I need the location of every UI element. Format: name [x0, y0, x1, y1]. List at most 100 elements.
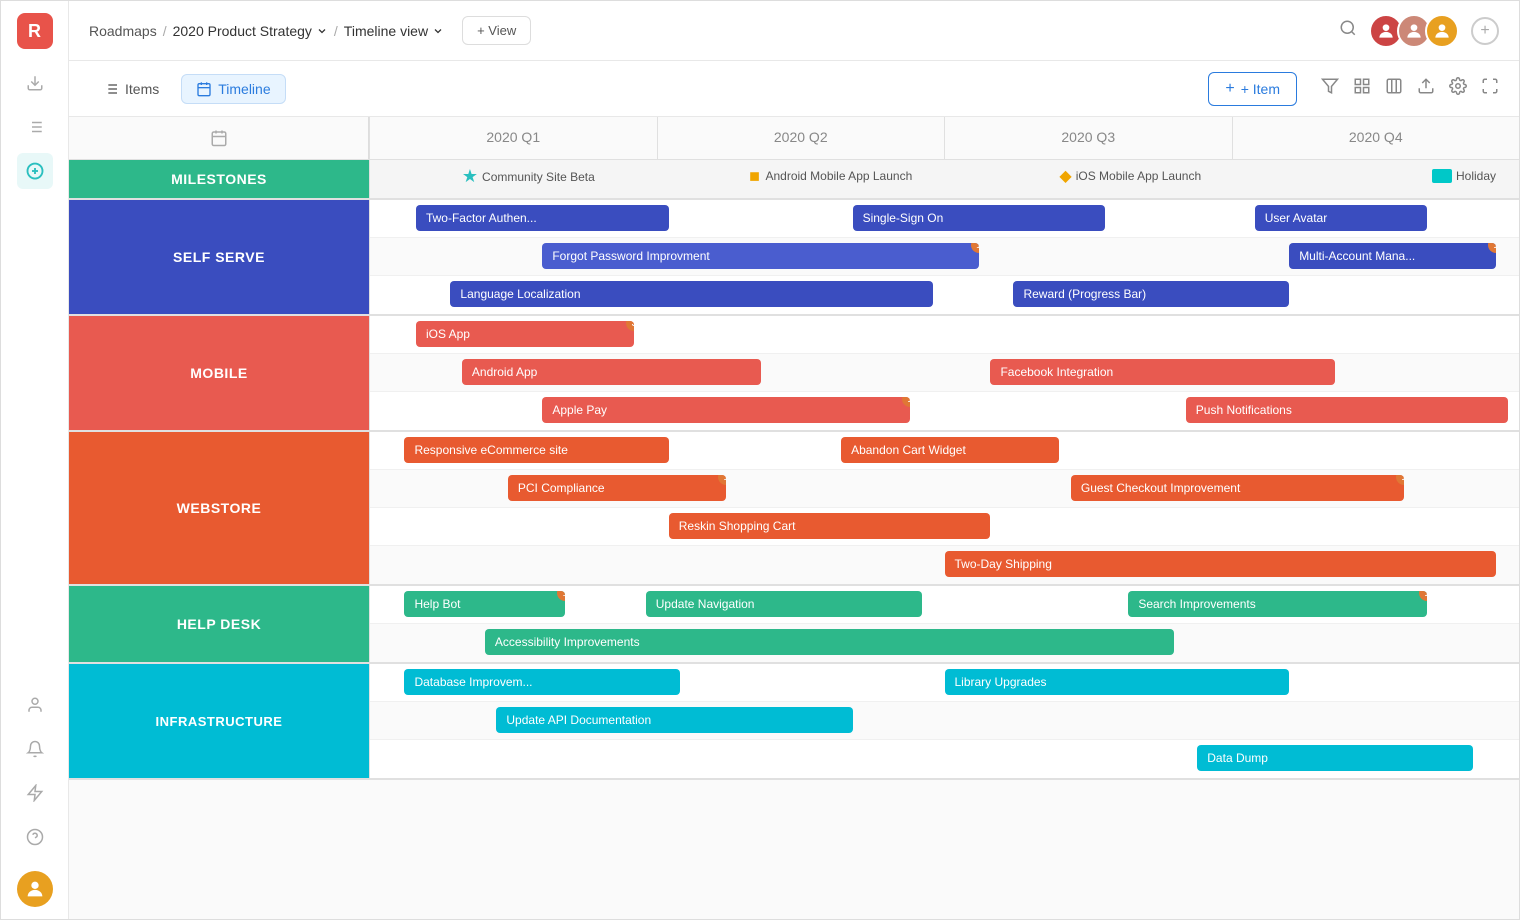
bar-two-day-shipping[interactable]: Two-Day Shipping: [945, 551, 1497, 577]
toolbar-actions: [1321, 77, 1499, 100]
add-member-button[interactable]: +: [1471, 17, 1499, 45]
milestone-android: ◆ Android Mobile App Launch: [749, 166, 912, 186]
bar-search-improvements[interactable]: Search Improvements 1: [1128, 591, 1427, 617]
sidebar-icon-active[interactable]: [17, 153, 53, 189]
infrastructure-timeline: Database Improvem... Library Upgrades Up…: [369, 664, 1519, 778]
bar-accessibility[interactable]: Accessibility Improvements: [485, 629, 1174, 655]
mobile-row-2: Android App Facebook Integration: [370, 354, 1519, 392]
bar-user-avatar[interactable]: User Avatar: [1255, 205, 1427, 231]
self-serve-row-3: Language Localization Reward (Progress B…: [370, 276, 1519, 314]
help-desk-group: HELP DESK Help Bot 1 Update Navigation S…: [69, 586, 1519, 664]
avatar-group: [1369, 14, 1459, 48]
badge-apple-pay: 1: [902, 397, 910, 407]
webstore-row-3: Reskin Shopping Cart: [370, 508, 1519, 546]
milestone-holiday: Holiday: [1432, 169, 1496, 183]
fullscreen-icon[interactable]: [1481, 77, 1499, 100]
mobile-row-3: Apple Pay 1 Push Notifications: [370, 392, 1519, 430]
quarter-q3: 2020 Q3: [944, 117, 1232, 159]
add-item-button[interactable]: + + Item: [1208, 72, 1297, 106]
breadcrumb-view[interactable]: Timeline view: [344, 23, 444, 39]
webstore-row-1: Responsive eCommerce site Abandon Cart W…: [370, 432, 1519, 470]
bar-library-upgrades[interactable]: Library Upgrades: [945, 669, 1290, 695]
webstore-row-2: PCI Compliance 1 Guest Checkout Improvem…: [370, 470, 1519, 508]
sidebar-icon-person[interactable]: [17, 687, 53, 723]
bar-push-notifications[interactable]: Push Notifications: [1186, 397, 1508, 423]
webstore-timeline: Responsive eCommerce site Abandon Cart W…: [369, 432, 1519, 584]
mobile-group: MOBILE iOS App 3 Android App Faceb: [69, 316, 1519, 432]
bar-language-localization[interactable]: Language Localization: [450, 281, 933, 307]
bar-data-dump[interactable]: Data Dump: [1197, 745, 1473, 771]
bar-reskin-shopping-cart[interactable]: Reskin Shopping Cart: [669, 513, 991, 539]
breadcrumb-project[interactable]: 2020 Product Strategy: [173, 23, 328, 39]
header-icons: +: [1339, 14, 1499, 48]
breadcrumb: Roadmaps / 2020 Product Strategy / Timel…: [89, 23, 444, 39]
help-desk-row-2: Accessibility Improvements: [370, 624, 1519, 662]
bar-database-improvements[interactable]: Database Improvem...: [404, 669, 680, 695]
settings-icon[interactable]: [1449, 77, 1467, 100]
bar-ios-app[interactable]: iOS App 3: [416, 321, 634, 347]
search-icon[interactable]: [1339, 19, 1357, 42]
group-icon[interactable]: [1353, 77, 1371, 100]
bar-apple-pay[interactable]: Apple Pay 1: [542, 397, 910, 423]
badge-forgot-password: 1: [971, 243, 979, 253]
avatar-3[interactable]: [1425, 14, 1459, 48]
sidebar-icon-download[interactable]: [17, 65, 53, 101]
milestones-timeline: ★ Community Site Beta ◆ Android Mobile A…: [369, 160, 1519, 198]
self-serve-timeline: Two-Factor Authen... Single-Sign On User…: [369, 200, 1519, 314]
toolbar: Items Timeline + + Item: [69, 61, 1519, 117]
badge-help-bot: 1: [557, 591, 565, 601]
app-logo[interactable]: R: [17, 13, 53, 49]
milestones-row-group: MILESTONES ★ Community Site Beta ◆ Andro…: [69, 160, 1519, 200]
holiday-rect: [1432, 169, 1452, 183]
bar-pci-compliance[interactable]: PCI Compliance 1: [508, 475, 726, 501]
bar-update-api-docs[interactable]: Update API Documentation: [496, 707, 852, 733]
infrastructure-row-3: Data Dump: [370, 740, 1519, 778]
user-avatar[interactable]: [17, 871, 53, 907]
bar-abandon-cart[interactable]: Abandon Cart Widget: [841, 437, 1059, 463]
milestone-ios: ◆ iOS Mobile App Launch: [1059, 166, 1201, 186]
badge-multi-account: 1: [1488, 243, 1496, 253]
self-serve-row-2: Forgot Password Improvment 1 Multi-Accou…: [370, 238, 1519, 276]
mobile-timeline: iOS App 3 Android App Facebook Integrati…: [369, 316, 1519, 430]
bar-update-navigation[interactable]: Update Navigation: [646, 591, 922, 617]
add-view-button[interactable]: + View: [462, 16, 531, 45]
sidebar-icon-list[interactable]: [17, 109, 53, 145]
quarter-header: 2020 Q1 2020 Q2 2020 Q3 2020 Q4: [69, 117, 1519, 160]
badge-pci: 1: [718, 475, 726, 485]
bar-help-bot[interactable]: Help Bot 1: [404, 591, 565, 617]
sidebar-icon-lightning[interactable]: [17, 775, 53, 811]
diamond-icon-1: ◆: [744, 165, 767, 188]
webstore-label: WEBSTORE: [69, 432, 369, 584]
bar-multi-account[interactable]: Multi-Account Mana... 1: [1289, 243, 1496, 269]
sidebar: R: [1, 1, 69, 919]
self-serve-label: SELF SERVE: [69, 200, 369, 314]
bar-two-factor[interactable]: Two-Factor Authen...: [416, 205, 669, 231]
help-desk-row-1: Help Bot 1 Update Navigation Search Impr…: [370, 586, 1519, 624]
filter-icon[interactable]: [1321, 77, 1339, 100]
bar-responsive-ecommerce[interactable]: Responsive eCommerce site: [404, 437, 668, 463]
tab-items[interactable]: Items: [89, 75, 173, 103]
bar-guest-checkout[interactable]: Guest Checkout Improvement 1: [1071, 475, 1404, 501]
timeline-inner: 2020 Q1 2020 Q2 2020 Q3 2020 Q4 MILESTON…: [69, 117, 1519, 780]
export-icon[interactable]: [1417, 77, 1435, 100]
columns-icon[interactable]: [1385, 77, 1403, 100]
main-content: Roadmaps / 2020 Product Strategy / Timel…: [69, 1, 1519, 919]
bar-single-sign-on[interactable]: Single-Sign On: [853, 205, 1106, 231]
webstore-group: WEBSTORE Responsive eCommerce site Aband…: [69, 432, 1519, 586]
badge-ios-app: 3: [626, 321, 634, 331]
header-corner: [69, 117, 369, 159]
sidebar-icon-bell[interactable]: [17, 731, 53, 767]
self-serve-row-1: Two-Factor Authen... Single-Sign On User…: [370, 200, 1519, 238]
bar-android-app[interactable]: Android App: [462, 359, 761, 385]
tab-timeline[interactable]: Timeline: [181, 74, 285, 104]
bar-forgot-password[interactable]: Forgot Password Improvment 1: [542, 243, 979, 269]
diamond-icon-2: ◆: [1059, 166, 1071, 186]
bar-facebook-integration[interactable]: Facebook Integration: [990, 359, 1335, 385]
mobile-label: MOBILE: [69, 316, 369, 430]
help-desk-label: HELP DESK: [69, 586, 369, 662]
timeline-area: 2020 Q1 2020 Q2 2020 Q3 2020 Q4 MILESTON…: [69, 117, 1519, 919]
bar-reward[interactable]: Reward (Progress Bar): [1013, 281, 1289, 307]
sidebar-icon-question[interactable]: [17, 819, 53, 855]
self-serve-group: SELF SERVE Two-Factor Authen... Single-S…: [69, 200, 1519, 316]
breadcrumb-root[interactable]: Roadmaps: [89, 23, 157, 39]
